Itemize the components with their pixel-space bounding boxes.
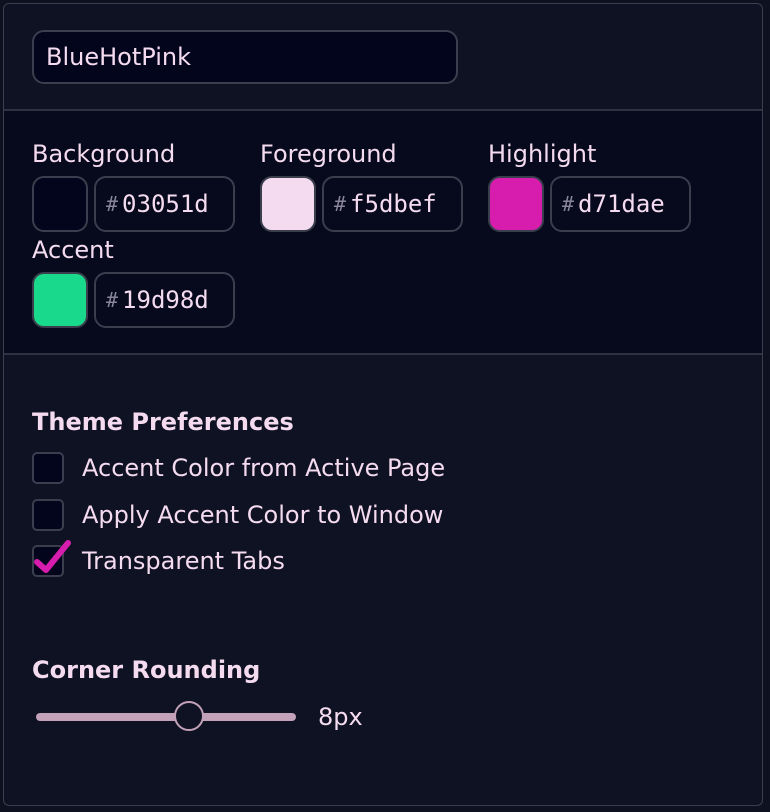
- pref-accent-from-active-page[interactable]: Accent Color from Active Page: [32, 451, 445, 485]
- hash-symbol: #: [334, 192, 347, 216]
- hash-symbol: #: [106, 192, 119, 216]
- hex-value-background: 03051d: [122, 190, 209, 218]
- slider-track[interactable]: [36, 713, 296, 721]
- color-label-background: Background: [32, 140, 176, 168]
- pref-label: Apply Accent Color to Window: [82, 501, 444, 529]
- checkbox[interactable]: [32, 499, 64, 531]
- theme-editor-panel: Background # 03051d Foreground # f5dbef …: [3, 3, 763, 806]
- color-label-highlight: Highlight: [488, 140, 597, 168]
- pref-label: Accent Color from Active Page: [82, 454, 446, 482]
- hex-value-highlight: d71dae: [578, 190, 665, 218]
- theme-name-input[interactable]: [32, 30, 458, 84]
- pref-transparent-tabs[interactable]: Transparent Tabs: [32, 540, 285, 578]
- corner-rounding-value: 8px: [318, 703, 363, 731]
- color-swatch-highlight[interactable]: [488, 176, 544, 232]
- hex-input-foreground[interactable]: # f5dbef: [322, 176, 463, 232]
- theme-preferences-heading: Theme Preferences: [32, 408, 294, 436]
- pref-label: Transparent Tabs: [82, 547, 285, 575]
- hex-input-highlight[interactable]: # d71dae: [550, 176, 691, 232]
- color-label-foreground: Foreground: [260, 140, 397, 168]
- theme-name-section: [4, 4, 762, 111]
- color-swatch-accent[interactable]: [32, 272, 88, 328]
- color-label-accent: Accent: [32, 236, 114, 264]
- color-swatch-background[interactable]: [32, 176, 88, 232]
- hex-input-accent[interactable]: # 19d98d: [94, 272, 235, 328]
- pref-accent-to-window[interactable]: Apply Accent Color to Window: [32, 498, 443, 532]
- hex-input-background[interactable]: # 03051d: [94, 176, 235, 232]
- hash-symbol: #: [106, 288, 119, 312]
- checkbox[interactable]: [32, 452, 64, 484]
- corner-rounding-slider[interactable]: [32, 700, 300, 734]
- color-swatch-foreground[interactable]: [260, 176, 316, 232]
- checkbox[interactable]: [32, 540, 71, 577]
- checkmark-icon: [34, 540, 71, 573]
- color-settings-section: Background # 03051d Foreground # f5dbef …: [4, 111, 762, 355]
- slider-thumb[interactable]: [174, 701, 205, 731]
- hex-value-accent: 19d98d: [122, 286, 209, 314]
- hash-symbol: #: [562, 192, 575, 216]
- corner-rounding-heading: Corner Rounding: [32, 656, 261, 684]
- hex-value-foreground: f5dbef: [350, 190, 437, 218]
